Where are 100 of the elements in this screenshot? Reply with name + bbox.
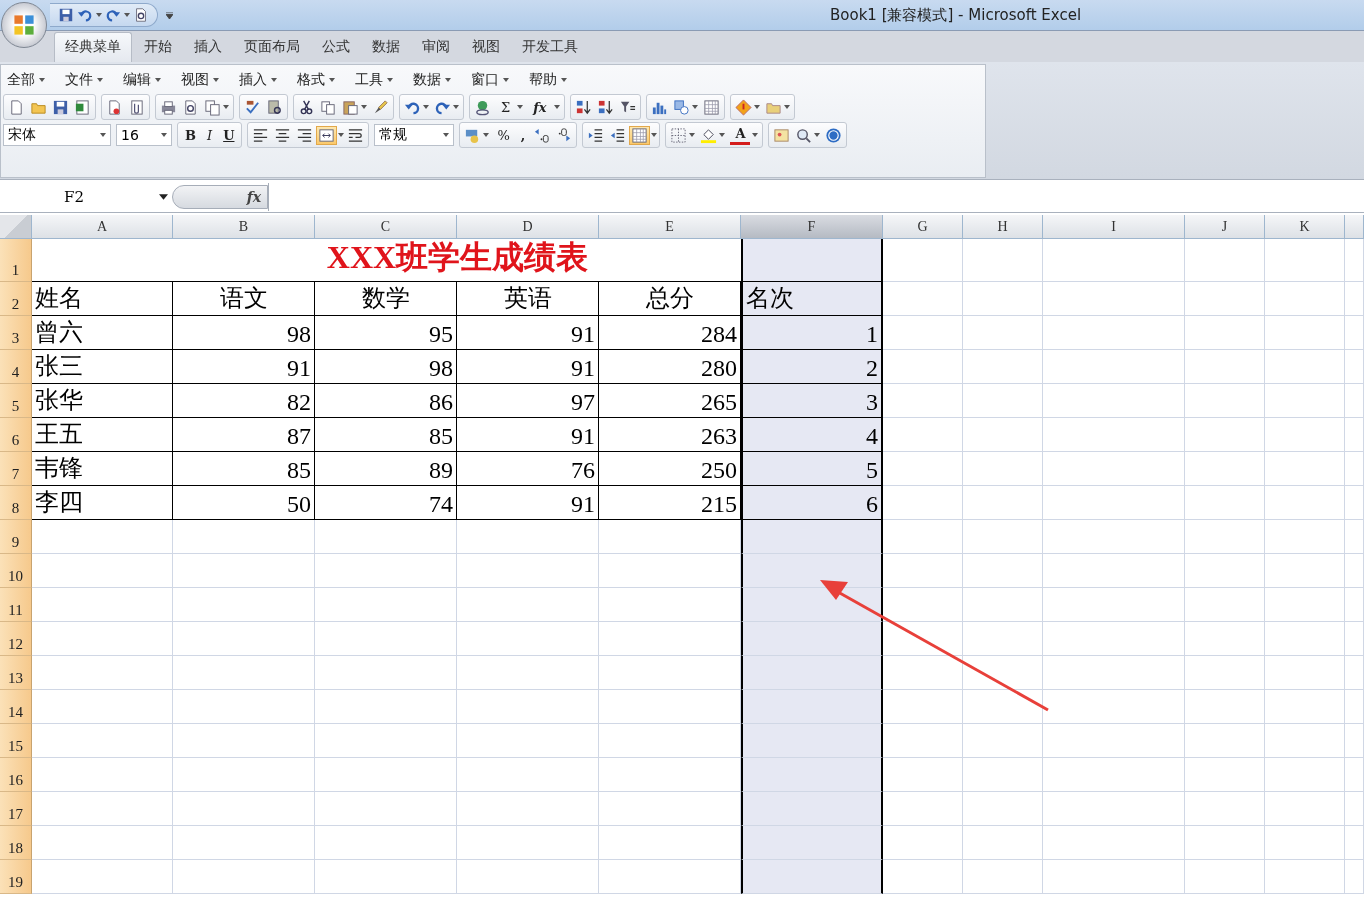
row-header[interactable]: 6 — [0, 418, 32, 452]
row-header[interactable]: 19 — [0, 860, 32, 894]
ribbon-tab[interactable]: 经典菜单 — [54, 32, 132, 62]
caret-icon[interactable] — [553, 105, 560, 109]
row-header[interactable]: 4 — [0, 350, 32, 384]
office-button[interactable] — [1, 2, 47, 48]
row-header[interactable]: 1 — [0, 239, 32, 282]
spelling-icon[interactable] — [244, 98, 261, 116]
caret-icon[interactable] — [97, 78, 103, 82]
empty-cell[interactable] — [741, 792, 883, 826]
borders-icon[interactable] — [670, 126, 688, 144]
column-header[interactable]: E — [599, 215, 741, 239]
menu-item[interactable]: 全部 — [7, 71, 35, 89]
caret-icon[interactable] — [159, 194, 168, 200]
empty-cell[interactable] — [741, 656, 883, 690]
row-header[interactable]: 7 — [0, 452, 32, 486]
menu-item[interactable]: 文件 — [65, 71, 93, 89]
paste-icon[interactable] — [342, 98, 359, 116]
empty-cell[interactable] — [741, 724, 883, 758]
number-format-dropdown[interactable]: 常规 — [374, 124, 455, 146]
caret-icon[interactable] — [689, 133, 696, 137]
pages-icon[interactable] — [204, 98, 221, 116]
caret-icon[interactable] — [271, 78, 277, 82]
document-icon[interactable] — [106, 98, 123, 116]
caret-icon[interactable] — [423, 105, 429, 109]
column-header[interactable]: G — [883, 215, 963, 239]
caret-icon[interactable] — [39, 78, 45, 82]
row-header[interactable]: 17 — [0, 792, 32, 826]
percent-button[interactable]: % — [492, 126, 515, 144]
row-header[interactable]: 2 — [0, 282, 32, 316]
empty-cell[interactable] — [741, 520, 883, 554]
wrap-text-icon[interactable] — [347, 126, 365, 144]
caret-icon[interactable] — [753, 105, 760, 109]
font-dropdown[interactable]: 宋体 — [3, 124, 111, 146]
caret-icon[interactable] — [223, 105, 229, 109]
caret-icon[interactable] — [561, 78, 567, 82]
menu-item[interactable]: 工具 — [355, 71, 383, 89]
caret-icon[interactable] — [338, 133, 345, 137]
ribbon-tab[interactable]: 页面布局 — [234, 33, 310, 62]
shapes-icon[interactable] — [672, 98, 690, 116]
column-header[interactable]: A — [32, 215, 173, 239]
print-preview-icon[interactable] — [182, 98, 199, 116]
caret-icon[interactable] — [387, 78, 393, 82]
format-painter-icon[interactable] — [372, 98, 389, 116]
increase-decimal-icon[interactable] — [533, 126, 551, 144]
save-icon[interactable] — [52, 98, 69, 116]
empty-cell[interactable] — [741, 690, 883, 724]
cut-icon[interactable] — [298, 98, 315, 116]
new-document-icon[interactable] — [8, 98, 25, 116]
caret-icon[interactable] — [752, 133, 759, 137]
sort-descending-icon[interactable] — [596, 98, 614, 116]
hyperlink-icon[interactable] — [474, 98, 491, 116]
column-header[interactable]: B — [173, 215, 315, 239]
caret-icon[interactable] — [161, 133, 167, 137]
cell-alignment-button[interactable] — [629, 125, 651, 145]
copy-icon[interactable] — [320, 98, 337, 116]
save-icon[interactable] — [58, 7, 74, 23]
warning-diamond-icon[interactable] — [734, 98, 752, 116]
menu-item[interactable]: 编辑 — [123, 71, 151, 89]
office-logo-icon[interactable] — [12, 13, 36, 37]
help-icon[interactable] — [825, 126, 843, 144]
row-header[interactable]: 9 — [0, 520, 32, 554]
empty-cell[interactable] — [741, 826, 883, 860]
menu-item[interactable]: 窗口 — [471, 71, 499, 89]
column-header[interactable]: H — [963, 215, 1043, 239]
caret-icon[interactable] — [517, 105, 524, 109]
caret-icon[interactable] — [719, 133, 726, 137]
row-header[interactable]: 13 — [0, 656, 32, 690]
caret-icon[interactable] — [443, 133, 450, 137]
underline-button[interactable]: U — [218, 126, 240, 144]
spreadsheet-icon[interactable] — [74, 98, 91, 116]
fill-color-icon[interactable] — [700, 126, 718, 144]
menu-item[interactable]: 帮助 — [529, 71, 557, 89]
row-header[interactable]: 10 — [0, 554, 32, 588]
caret-icon[interactable] — [651, 133, 658, 137]
column-header[interactable]: J — [1185, 215, 1265, 239]
caret-icon[interactable] — [445, 78, 451, 82]
bold-button[interactable]: B — [180, 126, 201, 144]
italic-button[interactable]: I — [202, 126, 218, 144]
redo-icon[interactable] — [105, 7, 121, 23]
print-preview-icon[interactable] — [133, 7, 149, 23]
empty-cell[interactable] — [741, 860, 883, 894]
menu-item[interactable]: 数据 — [413, 71, 441, 89]
customize-caret-icon[interactable] — [166, 11, 173, 19]
row-header[interactable]: 12 — [0, 622, 32, 656]
align-left-icon[interactable] — [252, 126, 270, 144]
caret-icon[interactable] — [691, 105, 698, 109]
caret-icon[interactable] — [100, 133, 106, 137]
ribbon-tab[interactable]: 公式 — [312, 33, 360, 62]
caret-icon[interactable] — [503, 78, 509, 82]
font-color-button[interactable]: A — [730, 125, 751, 145]
row-header[interactable]: 16 — [0, 758, 32, 792]
research-icon[interactable] — [266, 98, 283, 116]
empty-cell[interactable] — [741, 758, 883, 792]
caret-icon[interactable] — [361, 105, 367, 109]
row-header[interactable]: 8 — [0, 486, 32, 520]
caret-icon[interactable] — [213, 78, 219, 82]
ribbon-tab[interactable]: 视图 — [462, 33, 510, 62]
column-header[interactable]: C — [315, 215, 457, 239]
column-header[interactable]: D — [457, 215, 599, 239]
